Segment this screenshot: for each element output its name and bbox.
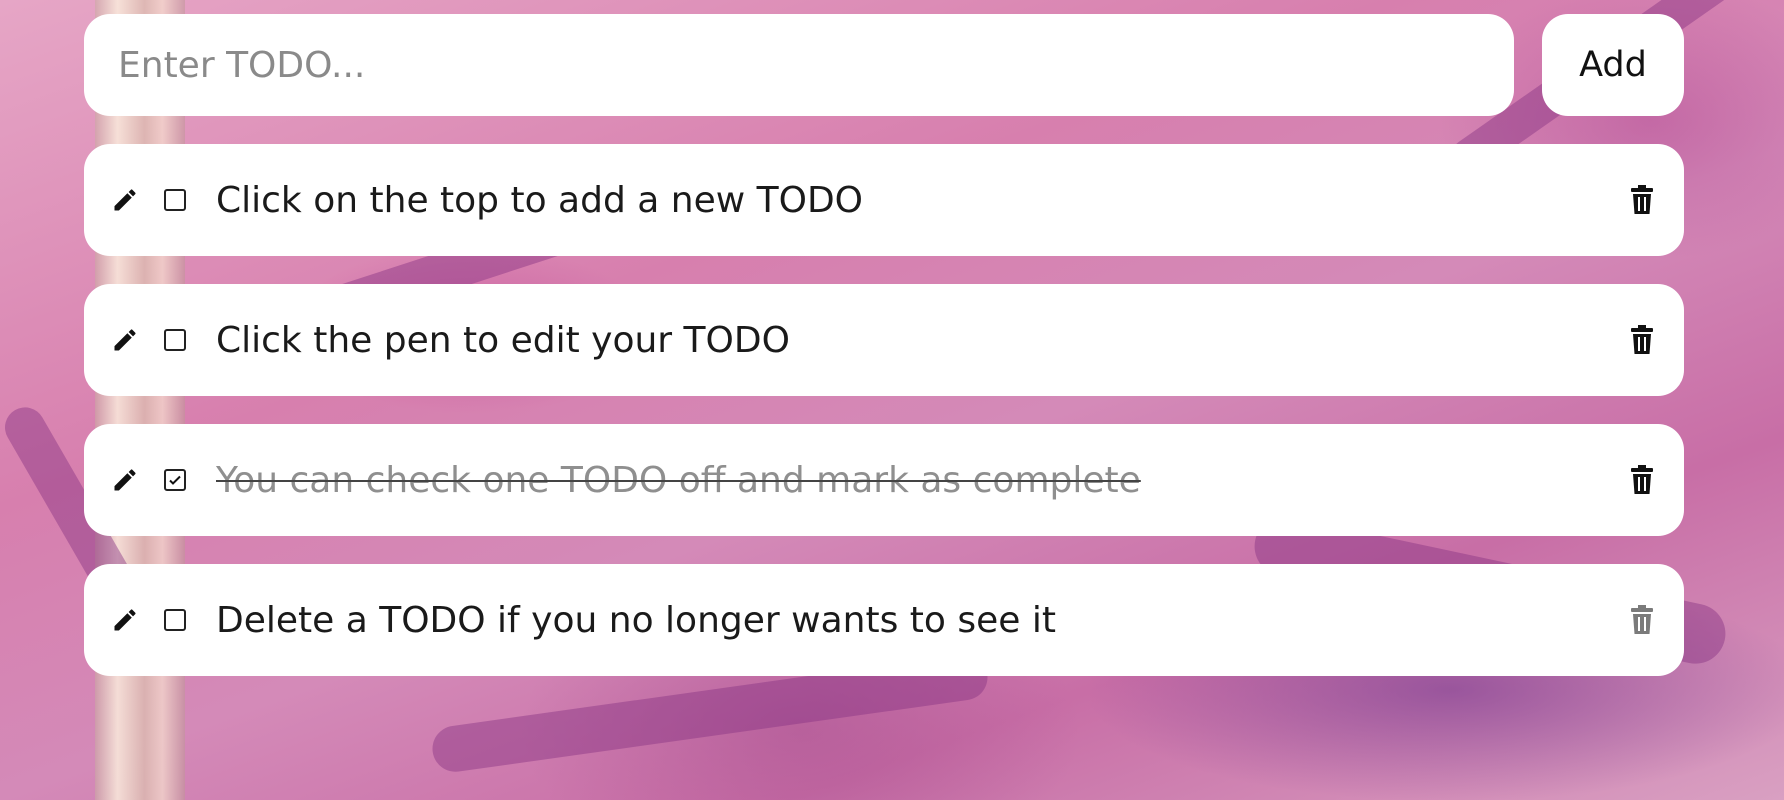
trash-icon[interactable] xyxy=(1628,604,1656,636)
todo-app: Add Click on the top to add a new TODO C… xyxy=(84,14,1684,676)
todo-item: Delete a TODO if you no longer wants to … xyxy=(84,564,1684,676)
pencil-icon[interactable] xyxy=(110,465,140,495)
checkbox-icon[interactable] xyxy=(164,329,186,351)
todo-input[interactable] xyxy=(84,14,1514,116)
checkmark-icon xyxy=(169,475,181,485)
todo-text: Click the pen to edit your TODO xyxy=(216,319,790,361)
pencil-icon[interactable] xyxy=(110,185,140,215)
todo-text: Delete a TODO if you no longer wants to … xyxy=(216,599,1056,641)
todo-text: Click on the top to add a new TODO xyxy=(216,179,863,221)
todo-item: Click the pen to edit your TODO xyxy=(84,284,1684,396)
input-row: Add xyxy=(84,14,1684,116)
trash-icon[interactable] xyxy=(1628,464,1656,496)
todo-text: You can check one TODO off and mark as c… xyxy=(216,459,1141,501)
todo-item-completed: You can check one TODO off and mark as c… xyxy=(84,424,1684,536)
pencil-icon[interactable] xyxy=(110,605,140,635)
trash-icon[interactable] xyxy=(1628,184,1656,216)
checkbox-checked-icon[interactable] xyxy=(164,469,186,491)
checkbox-icon[interactable] xyxy=(164,189,186,211)
todo-list: Click on the top to add a new TODO Click… xyxy=(84,144,1684,676)
pencil-icon[interactable] xyxy=(110,325,140,355)
add-button[interactable]: Add xyxy=(1542,14,1684,116)
checkbox-icon[interactable] xyxy=(164,609,186,631)
trash-icon[interactable] xyxy=(1628,324,1656,356)
todo-item: Click on the top to add a new TODO xyxy=(84,144,1684,256)
